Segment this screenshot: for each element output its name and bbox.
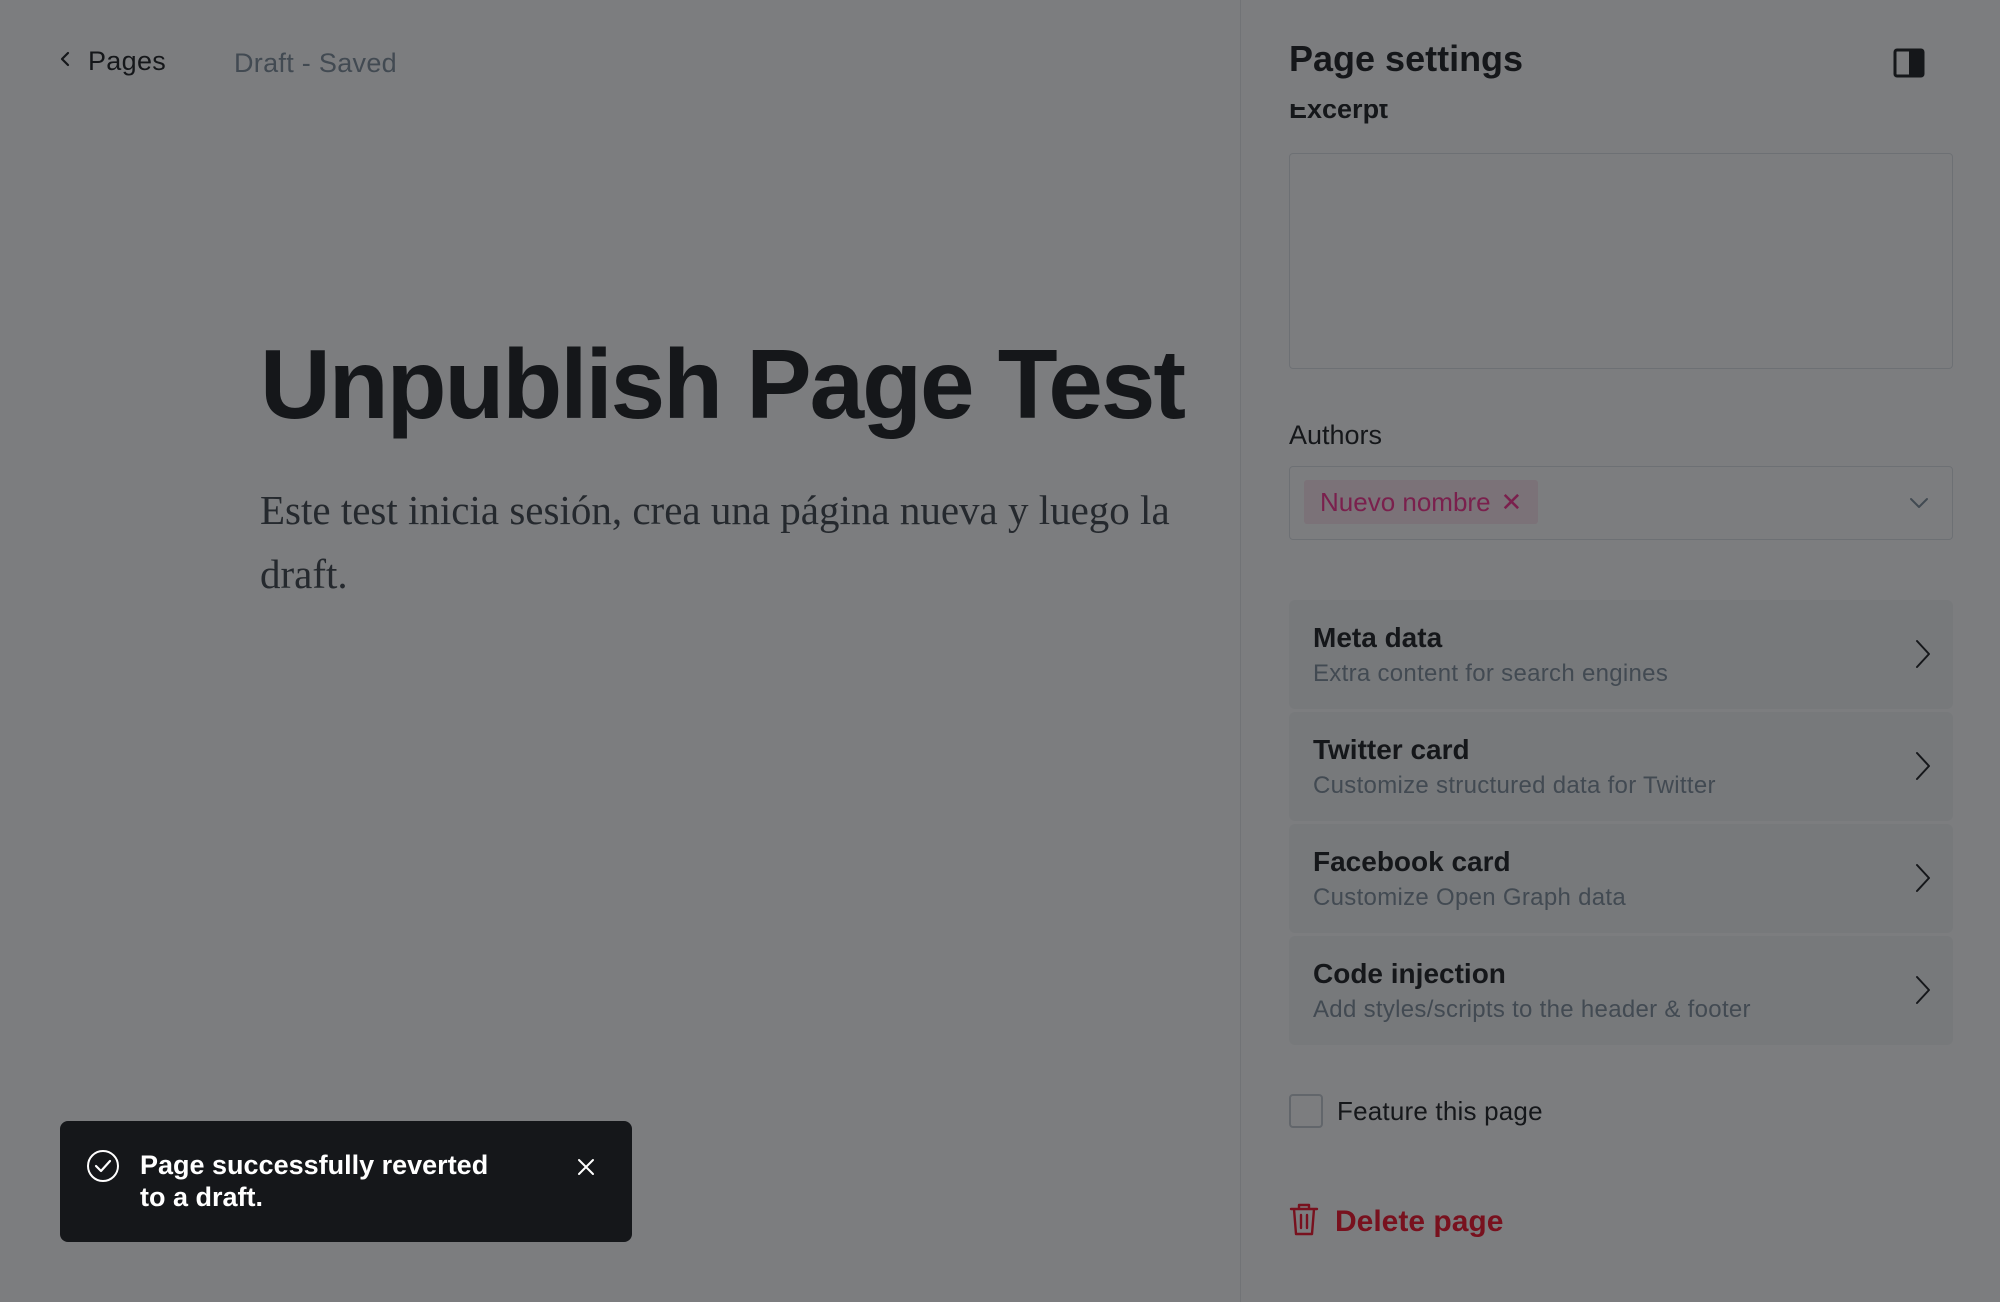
nav-item-meta-data[interactable]: Meta data Extra content for search engin… <box>1289 600 1953 709</box>
editor-area: Pages Draft - Saved Unpublish Page Test … <box>0 0 1240 1302</box>
page-settings-panel: Page settings Excerpt Authors Nuevo nomb… <box>1240 0 2000 1302</box>
nav-item-twitter-card[interactable]: Twitter card Customize structured data f… <box>1289 712 1953 821</box>
nav-item-description: Customize structured data for Twitter <box>1313 772 1716 799</box>
back-to-pages-link[interactable]: Pages <box>56 46 166 77</box>
delete-page-label: Delete page <box>1335 1204 1504 1238</box>
settings-nav-list: Meta data Extra content for search engin… <box>1289 600 1953 1048</box>
editor-topbar: Pages Draft - Saved <box>0 0 1240 128</box>
close-icon[interactable] <box>574 1155 598 1179</box>
page-title-input[interactable]: Unpublish Page Test <box>260 335 1186 433</box>
nav-item-title: Code injection <box>1313 958 1506 989</box>
nav-item-title: Meta data <box>1313 622 1443 653</box>
toast-message: Page successfully reverted to a draft. <box>140 1150 489 1212</box>
trash-icon <box>1289 1202 1319 1241</box>
chevron-left-icon <box>56 50 74 73</box>
nav-item-description: Customize Open Graph data <box>1313 884 1626 911</box>
feature-label: Feature this page <box>1337 1095 1543 1126</box>
check-circle-icon <box>87 1150 119 1182</box>
nav-item-description: Add styles/scripts to the header & foote… <box>1313 996 1751 1023</box>
delete-page-button[interactable]: Delete page <box>1289 1202 1503 1241</box>
authors-select[interactable]: Nuevo nombre ✕ <box>1289 466 1953 540</box>
remove-author-icon[interactable]: ✕ <box>1501 489 1523 515</box>
feature-page-toggle[interactable]: Feature this page <box>1289 1094 1543 1128</box>
author-token[interactable]: Nuevo nombre ✕ <box>1304 480 1539 524</box>
nav-item-title: Facebook card <box>1313 846 1511 877</box>
chevron-right-icon <box>1916 752 1930 780</box>
back-link-label: Pages <box>88 46 167 76</box>
nav-item-code-injection[interactable]: Code injection Add styles/scripts to the… <box>1289 936 1953 1045</box>
chevron-right-icon <box>1916 640 1930 668</box>
nav-item-facebook-card[interactable]: Facebook card Customize Open Graph data <box>1289 824 1953 933</box>
author-token-label: Nuevo nombre <box>1320 486 1491 517</box>
toast-notification: Page successfully reverted to a draft. <box>60 1121 632 1242</box>
excerpt-label-clip: Excerpt <box>1289 104 1589 134</box>
panel-title: Page settings <box>1289 38 1524 79</box>
excerpt-textarea[interactable] <box>1289 153 1953 369</box>
chevron-right-icon <box>1916 976 1930 1004</box>
nav-item-description: Extra content for search engines <box>1313 660 1669 687</box>
page-body-text[interactable]: Este test inicia sesión, crea una página… <box>260 478 1240 606</box>
chevron-down-icon[interactable] <box>1908 492 1930 514</box>
excerpt-label: Excerpt <box>1289 104 1389 124</box>
chevron-right-icon <box>1916 864 1930 892</box>
feature-checkbox[interactable] <box>1289 1094 1323 1128</box>
sidebar-toggle-icon[interactable] <box>1893 48 1925 78</box>
nav-item-title: Twitter card <box>1313 734 1470 765</box>
authors-label: Authors <box>1289 420 1383 450</box>
draft-status: Draft - Saved <box>234 48 397 78</box>
